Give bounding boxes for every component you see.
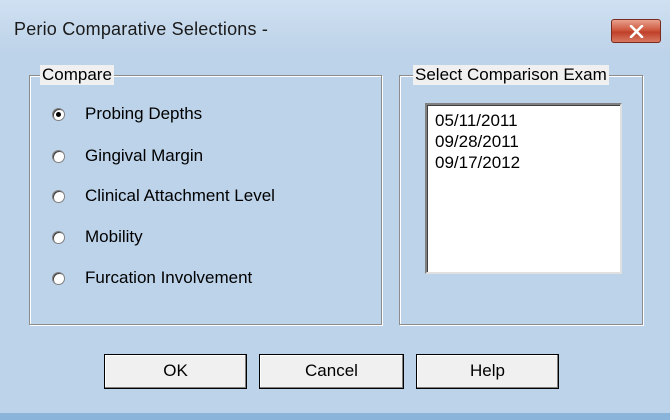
radio-label: Mobility [85,227,143,246]
radio-button[interactable] [52,231,65,244]
close-icon [629,25,644,38]
close-button[interactable] [611,19,661,43]
exam-group-label: Select Comparison Exam [413,65,609,85]
title-bar[interactable]: Perio Comparative Selections - [0,0,670,52]
list-item[interactable]: 09/28/2011 [435,132,519,152]
radio-button[interactable] [52,190,65,203]
radio-label: Clinical Attachment Level [85,186,275,205]
ok-button[interactable]: OK [104,354,247,389]
list-item[interactable]: 09/17/2012 [435,153,520,173]
radio-label: Furcation Involvement [85,268,253,287]
radio-label: Gingival Margin [85,146,204,165]
exam-listbox[interactable]: 05/11/2011 09/28/2011 09/17/2012 [425,103,622,274]
window-bottom-border [0,413,670,420]
radio-button[interactable] [52,150,65,163]
radio-selected-dot [56,112,61,117]
help-button[interactable]: Help [416,354,559,389]
cancel-button[interactable]: Cancel [259,354,404,389]
window-title: Perio Comparative Selections - [14,19,269,39]
radio-button[interactable] [52,272,65,285]
list-item[interactable]: 05/11/2011 [435,111,518,131]
radio-button[interactable] [52,108,65,121]
compare-group-label: Compare [40,65,114,85]
radio-label: Probing Depths [85,104,203,123]
